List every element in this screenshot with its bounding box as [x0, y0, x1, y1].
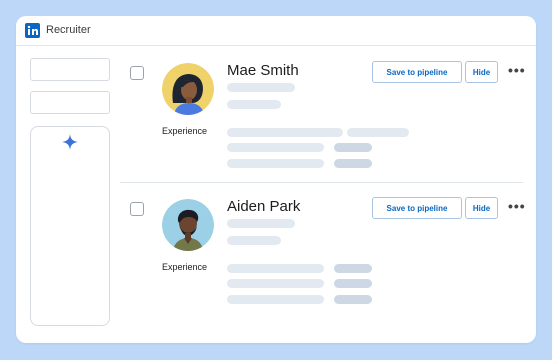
placeholder-bar — [334, 159, 372, 168]
recruiter-window: Recruiter Mae Smith Save to pipeline Hid… — [16, 16, 536, 343]
more-horizontal-icon[interactable]: ••• — [508, 62, 526, 78]
placeholder-bar — [227, 100, 281, 109]
avatar — [162, 63, 214, 115]
placeholder-bar — [227, 279, 324, 288]
title-bar: Recruiter — [16, 16, 536, 46]
save-to-pipeline-button[interactable]: Save to pipeline — [372, 197, 462, 219]
placeholder-bar — [227, 295, 324, 304]
experience-label: Experience — [162, 262, 208, 272]
more-horizontal-icon[interactable]: ••• — [508, 198, 526, 214]
linkedin-logo-icon — [25, 23, 40, 38]
placeholder-bar — [334, 264, 372, 273]
filter-input-1[interactable] — [30, 58, 110, 81]
placeholder-bar — [227, 128, 343, 137]
avatar — [162, 199, 214, 251]
filter-input-2[interactable] — [30, 91, 110, 114]
placeholder-bar — [334, 143, 372, 152]
hide-button[interactable]: Hide — [465, 197, 498, 219]
select-candidate-checkbox[interactable] — [130, 202, 144, 216]
placeholder-bar — [227, 159, 324, 168]
placeholder-bar — [227, 264, 324, 273]
select-candidate-checkbox[interactable] — [130, 66, 144, 80]
candidate-name[interactable]: Mae Smith — [227, 62, 299, 79]
placeholder-bar — [227, 219, 295, 228]
sparkle-icon — [62, 134, 78, 150]
placeholder-bar — [347, 128, 409, 137]
placeholder-bar — [227, 83, 295, 92]
hide-button[interactable]: Hide — [465, 61, 498, 83]
placeholder-bar — [227, 236, 281, 245]
experience-label: Experience — [162, 126, 208, 136]
placeholder-bar — [334, 279, 372, 288]
app-title: Recruiter — [46, 24, 91, 36]
candidate-name[interactable]: Aiden Park — [227, 198, 300, 215]
save-to-pipeline-button[interactable]: Save to pipeline — [372, 61, 462, 83]
placeholder-bar — [334, 295, 372, 304]
card-divider — [120, 182, 523, 183]
placeholder-bar — [227, 143, 324, 152]
assistant-panel[interactable] — [30, 126, 110, 326]
